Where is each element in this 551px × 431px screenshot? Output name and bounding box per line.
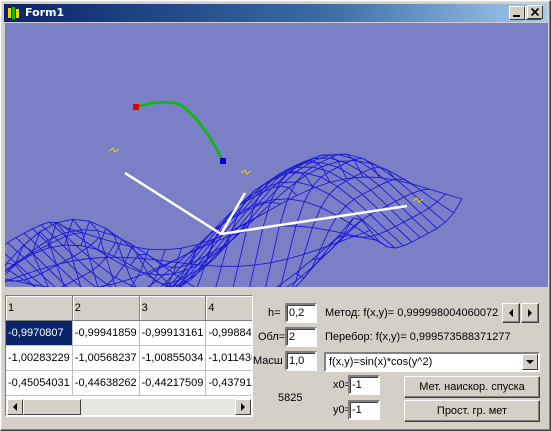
chevron-down-icon <box>526 360 534 364</box>
grid-header-row: 1 2 3 4 <box>6 296 252 321</box>
arrow-left-icon <box>13 403 17 411</box>
grid-cell[interactable]: -0,99913161 <box>139 320 207 346</box>
mash-input[interactable]: 1,0 <box>285 351 317 371</box>
surface-plot[interactable] <box>5 23 548 287</box>
grid-cell[interactable]: -0,45054031 <box>6 370 73 396</box>
iteration-counter: 5825 <box>278 392 303 404</box>
perebor-result-text: Перебор: f(x,y)= 0,999573588371277 <box>325 331 511 343</box>
grid-row[interactable]: -1,00283229 -1,00568237 -1,00855034 -1,0… <box>6 345 252 371</box>
grid-row[interactable]: -0,45054031 -0,44638262 -0,44217509 -0,4… <box>6 370 252 396</box>
mesh-line <box>249 154 347 287</box>
mesh-line <box>130 222 248 269</box>
dropdown-button[interactable] <box>522 354 538 370</box>
grid-cell[interactable]: -1,00855034 <box>139 345 207 371</box>
axes <box>124 171 408 236</box>
spin-left-button[interactable] <box>502 303 520 323</box>
mesh-line <box>196 185 298 287</box>
grid-horizontal-scrollbar[interactable] <box>7 399 251 415</box>
arrow-right-icon <box>241 403 245 411</box>
end-point <box>220 158 226 164</box>
minimize-button[interactable] <box>509 6 525 20</box>
obl-label: Обл= <box>258 331 286 343</box>
grid-header-cell: 4 <box>205 296 252 321</box>
mesh-line <box>311 188 430 261</box>
grid-cell[interactable]: -0,437917 <box>205 370 252 396</box>
scroll-left-button[interactable] <box>7 399 23 415</box>
window-title: Form1 <box>25 6 65 19</box>
minimize-icon <box>513 15 520 17</box>
surface-mesh <box>5 153 463 287</box>
h-label: h= <box>268 307 281 319</box>
function-select[interactable]: f(x,y)=sin(x)*cos(y^2) <box>324 352 540 372</box>
descent-path <box>135 101 225 162</box>
mesh-line <box>295 178 413 279</box>
grid-cell[interactable]: -0,9970807 <box>6 320 73 346</box>
grid-cell[interactable]: -1,011436 <box>205 345 252 371</box>
grid-cell[interactable]: -0,44638262 <box>72 370 140 396</box>
y0-input[interactable]: -1 <box>348 400 380 420</box>
scroll-right-button[interactable] <box>235 399 251 415</box>
obl-input[interactable]: 2 <box>285 327 317 347</box>
surface-plot-canvas <box>5 101 463 287</box>
axis-marker <box>108 147 120 153</box>
h-input[interactable]: 0,2 <box>285 303 317 323</box>
title-bar[interactable]: Form1 <box>4 4 547 22</box>
simple-gradient-button[interactable]: Прост. гр. мет <box>404 400 540 422</box>
arrow-right-icon <box>528 309 532 317</box>
mesh-line <box>163 201 281 287</box>
start-point <box>133 104 139 110</box>
grid-cell[interactable]: -0,998847 <box>205 320 252 346</box>
function-select-value: f(x,y)=sin(x)*cos(y^2) <box>329 356 433 368</box>
scroll-thumb[interactable] <box>23 399 81 415</box>
spin-right-button[interactable] <box>521 303 539 323</box>
axis-marker <box>240 169 252 175</box>
method-result-text: Метод: f(x,y)= 0,999998004060072 <box>325 307 499 319</box>
x0-input[interactable]: -1 <box>348 375 380 395</box>
steepest-descent-button[interactable]: Мет. наискор. спуска <box>404 376 540 398</box>
axis-line <box>124 171 222 236</box>
grid-cell[interactable]: -0,44217509 <box>139 370 207 396</box>
values-grid[interactable]: 1 2 3 4 -0,9970807 -0,99941859 -0,999131… <box>5 295 253 417</box>
main-window: Form1 1 2 3 4 -0,9970807 -0,99941859 -0,… <box>0 0 551 431</box>
grid-row[interactable]: -0,9970807 -0,99941859 -0,99913161 -0,99… <box>6 320 252 346</box>
arrow-left-icon <box>509 309 513 317</box>
mesh-line <box>5 231 346 287</box>
grid-header-cell: 2 <box>72 296 140 321</box>
grid-cell[interactable]: -1,00568237 <box>72 345 140 371</box>
grid-cell[interactable]: -1,00283229 <box>6 345 73 371</box>
close-button[interactable] <box>527 5 543 19</box>
mash-label: Масш <box>253 355 283 367</box>
grid-table: 1 2 3 4 -0,9970807 -0,99941859 -0,999131… <box>6 296 252 396</box>
grid-header-cell: 1 <box>6 296 73 321</box>
close-icon <box>530 7 540 17</box>
app-icon <box>8 7 19 19</box>
grid-header-cell: 3 <box>139 296 207 321</box>
grid-cell[interactable]: -0,99941859 <box>72 320 140 346</box>
